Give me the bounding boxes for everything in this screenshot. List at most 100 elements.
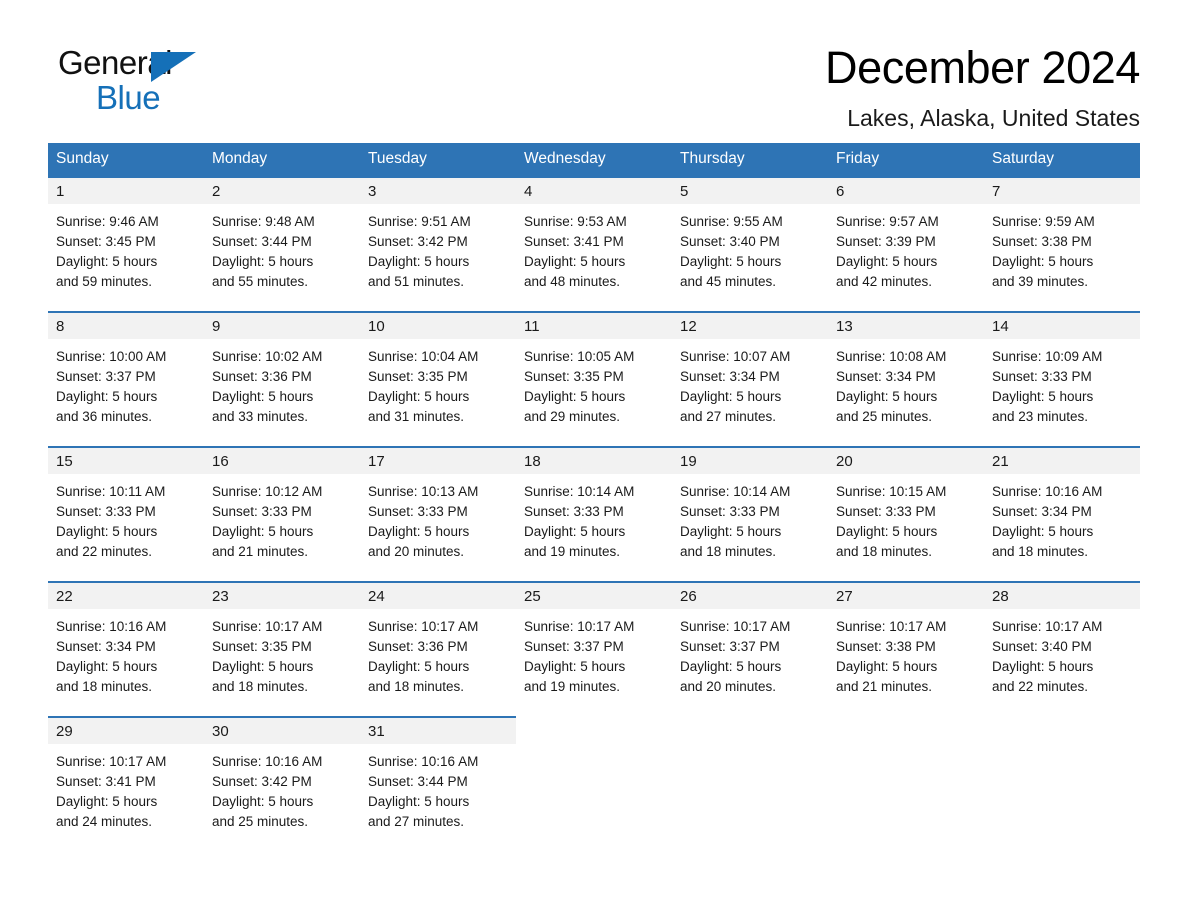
sunset-text: Sunset: 3:33 PM [212,504,312,519]
sunset-text: Sunset: 3:36 PM [368,639,468,654]
day-number: 2 [204,178,360,204]
day-details: Sunrise: 10:14 AM Sunset: 3:33 PM Daylight… [672,474,828,562]
daylight-text-line2: and 18 minutes. [212,679,309,694]
calendar-day-cell[interactable]: 9 Sunrise: 10:02 AM Sunset: 3:36 PM Dayligh… [204,311,360,446]
calendar-day-cell[interactable]: 25 Sunrise: 10:17 AM Sunset: 3:37 PM Daylig… [516,581,672,716]
daylight-text-line2: and 55 minutes. [212,274,309,289]
sunrise-text: Sunrise: 10:12 AM [212,484,323,499]
sunset-text: Sunset: 3:35 PM [368,369,468,384]
sunrise-text: Sunrise: 10:17 AM [680,619,791,634]
calendar-day-cell[interactable]: 20 Sunrise: 10:15 AM Sunset: 3:33 PM Daylig… [828,446,984,581]
calendar-day-cell[interactable]: 2 Sunrise: 9:48 AM Sunset: 3:44 PM Daylight… [204,176,360,311]
sunset-text: Sunset: 3:39 PM [836,234,936,249]
calendar-day-cell[interactable]: 14 Sunrise: 10:09 AM Sunset: 3:33 PM Daylig… [984,311,1140,446]
day-number: 10 [360,313,516,339]
calendar-day-cell[interactable]: 16 Sunrise: 10:12 AM Sunset: 3:33 PM Daylig… [204,446,360,581]
day-cell-inner: 7 Sunrise: 9:59 AM Sunset: 3:38 PM Daylight… [984,176,1140,311]
sunrise-text: Sunrise: 10:14 AM [680,484,791,499]
sunrise-text: Sunrise: 10:08 AM [836,349,947,364]
day-cell-inner: 22 Sunrise: 10:16 AM Sunset: 3:34 PM Daylig… [48,581,204,716]
day-cell-inner: 31 Sunrise: 10:16 AM Sunset: 3:44 PM Daylig… [360,716,516,851]
sunrise-text: Sunrise: 10:16 AM [56,619,167,634]
daylight-text-line2: and 18 minutes. [680,544,777,559]
calendar-day-cell[interactable]: 6 Sunrise: 9:57 AM Sunset: 3:39 PM Daylight… [828,176,984,311]
day-cell-inner [828,716,984,851]
daylight-text-line2: and 25 minutes. [836,409,933,424]
sunrise-text: Sunrise: 10:07 AM [680,349,791,364]
calendar-day-cell[interactable]: 1 Sunrise: 9:46 AM Sunset: 3:45 PM Daylight… [48,176,204,311]
day-details: Sunrise: 10:15 AM Sunset: 3:33 PM Daylight… [828,474,984,562]
day-details: Sunrise: 10:17 AM Sunset: 3:40 PM Daylight… [984,609,1140,697]
daylight-text-line2: and 19 minutes. [524,679,621,694]
calendar-day-cell[interactable]: 24 Sunrise: 10:17 AM Sunset: 3:36 PM Daylig… [360,581,516,716]
day-details: Sunrise: 9:53 AM Sunset: 3:41 PM Daylight:… [516,204,672,292]
calendar-day-cell[interactable]: 19 Sunrise: 10:14 AM Sunset: 3:33 PM Daylig… [672,446,828,581]
sunrise-text: Sunrise: 10:11 AM [56,484,166,499]
sunrise-text: Sunrise: 9:53 AM [524,214,627,229]
weekday-header-friday: Friday [828,143,984,176]
calendar-day-cell[interactable]: 11 Sunrise: 10:05 AM Sunset: 3:35 PM Daylig… [516,311,672,446]
calendar-day-cell[interactable]: 8 Sunrise: 10:00 AM Sunset: 3:37 PM Dayligh… [48,311,204,446]
calendar-day-cell[interactable]: 30 Sunrise: 10:16 AM Sunset: 3:42 PM Daylig… [204,716,360,851]
calendar-day-cell[interactable]: 29 Sunrise: 10:17 AM Sunset: 3:41 PM Daylig… [48,716,204,851]
weekday-header-wednesday: Wednesday [516,143,672,176]
daylight-text-line1: Daylight: 5 hours [992,524,1094,539]
sunset-text: Sunset: 3:33 PM [56,504,156,519]
sunrise-text: Sunrise: 9:48 AM [212,214,315,229]
calendar-day-cell[interactable]: 15 Sunrise: 10:11 AM Sunset: 3:33 PM Daylig… [48,446,204,581]
sunrise-text: Sunrise: 10:17 AM [836,619,947,634]
daylight-text-line1: Daylight: 5 hours [992,389,1094,404]
calendar-day-cell[interactable]: 13 Sunrise: 10:08 AM Sunset: 3:34 PM Daylig… [828,311,984,446]
calendar-day-cell[interactable]: 31 Sunrise: 10:16 AM Sunset: 3:44 PM Daylig… [360,716,516,851]
calendar-day-cell[interactable]: 23 Sunrise: 10:17 AM Sunset: 3:35 PM Daylig… [204,581,360,716]
day-details: Sunrise: 9:59 AM Sunset: 3:38 PM Daylight:… [984,204,1140,292]
day-cell-inner: 29 Sunrise: 10:17 AM Sunset: 3:41 PM Daylig… [48,716,204,851]
day-cell-inner: 26 Sunrise: 10:17 AM Sunset: 3:37 PM Daylig… [672,581,828,716]
calendar-day-cell[interactable]: 3 Sunrise: 9:51 AM Sunset: 3:42 PM Daylight… [360,176,516,311]
page-header: General Blue December 2024 Lakes, Alaska… [48,0,1140,131]
day-number: 20 [828,448,984,474]
sunrise-text: Sunrise: 10:05 AM [524,349,635,364]
daylight-text-line2: and 19 minutes. [524,544,621,559]
daylight-text-line1: Daylight: 5 hours [680,524,782,539]
day-details: Sunrise: 10:17 AM Sunset: 3:37 PM Daylight… [516,609,672,697]
sunset-text: Sunset: 3:42 PM [368,234,468,249]
calendar-day-cell[interactable]: 27 Sunrise: 10:17 AM Sunset: 3:38 PM Daylig… [828,581,984,716]
general-blue-logo[interactable]: General Blue [48,44,198,116]
calendar-day-cell[interactable]: 21 Sunrise: 10:16 AM Sunset: 3:34 PM Daylig… [984,446,1140,581]
calendar-day-cell[interactable]: 28 Sunrise: 10:17 AM Sunset: 3:40 PM Daylig… [984,581,1140,716]
calendar-day-cell[interactable]: 22 Sunrise: 10:16 AM Sunset: 3:34 PM Daylig… [48,581,204,716]
day-cell-inner: 18 Sunrise: 10:14 AM Sunset: 3:33 PM Daylig… [516,446,672,581]
sunrise-text: Sunrise: 10:17 AM [524,619,635,634]
day-cell-inner: 14 Sunrise: 10:09 AM Sunset: 3:33 PM Daylig… [984,311,1140,446]
calendar-day-cell[interactable]: 10 Sunrise: 10:04 AM Sunset: 3:35 PM Daylig… [360,311,516,446]
calendar-day-cell[interactable]: 4 Sunrise: 9:53 AM Sunset: 3:41 PM Daylight… [516,176,672,311]
day-cell-inner: 30 Sunrise: 10:16 AM Sunset: 3:42 PM Daylig… [204,716,360,851]
day-number: 14 [984,313,1140,339]
day-cell-inner: 19 Sunrise: 10:14 AM Sunset: 3:33 PM Daylig… [672,446,828,581]
daylight-text-line2: and 21 minutes. [212,544,309,559]
daylight-text-line1: Daylight: 5 hours [524,524,626,539]
sunrise-text: Sunrise: 10:15 AM [836,484,947,499]
calendar-week-row: 1 Sunrise: 9:46 AM Sunset: 3:45 PM Daylight… [48,176,1140,311]
day-number: 24 [360,583,516,609]
sunset-text: Sunset: 3:41 PM [524,234,624,249]
calendar-day-cell[interactable]: 17 Sunrise: 10:13 AM Sunset: 3:33 PM Daylig… [360,446,516,581]
calendar-day-cell[interactable]: 18 Sunrise: 10:14 AM Sunset: 3:33 PM Daylig… [516,446,672,581]
calendar-day-cell[interactable]: 12 Sunrise: 10:07 AM Sunset: 3:34 PM Daylig… [672,311,828,446]
day-cell-inner: 21 Sunrise: 10:16 AM Sunset: 3:34 PM Daylig… [984,446,1140,581]
daylight-text-line1: Daylight: 5 hours [212,524,314,539]
daylight-text-line1: Daylight: 5 hours [524,659,626,674]
day-number: 7 [984,178,1140,204]
day-details: Sunrise: 10:14 AM Sunset: 3:33 PM Daylight… [516,474,672,562]
day-number: 17 [360,448,516,474]
calendar-page: General Blue December 2024 Lakes, Alaska… [0,0,1188,918]
calendar-week-row: 8 Sunrise: 10:00 AM Sunset: 3:37 PM Dayligh… [48,311,1140,446]
calendar-day-cell[interactable]: 26 Sunrise: 10:17 AM Sunset: 3:37 PM Daylig… [672,581,828,716]
calendar-day-cell[interactable]: 7 Sunrise: 9:59 AM Sunset: 3:38 PM Daylight… [984,176,1140,311]
weekday-header-thursday: Thursday [672,143,828,176]
calendar-day-cell[interactable]: 5 Sunrise: 9:55 AM Sunset: 3:40 PM Daylight… [672,176,828,311]
day-cell-inner [672,716,828,851]
day-details: Sunrise: 9:55 AM Sunset: 3:40 PM Daylight:… [672,204,828,292]
sunrise-text: Sunrise: 10:16 AM [368,754,479,769]
